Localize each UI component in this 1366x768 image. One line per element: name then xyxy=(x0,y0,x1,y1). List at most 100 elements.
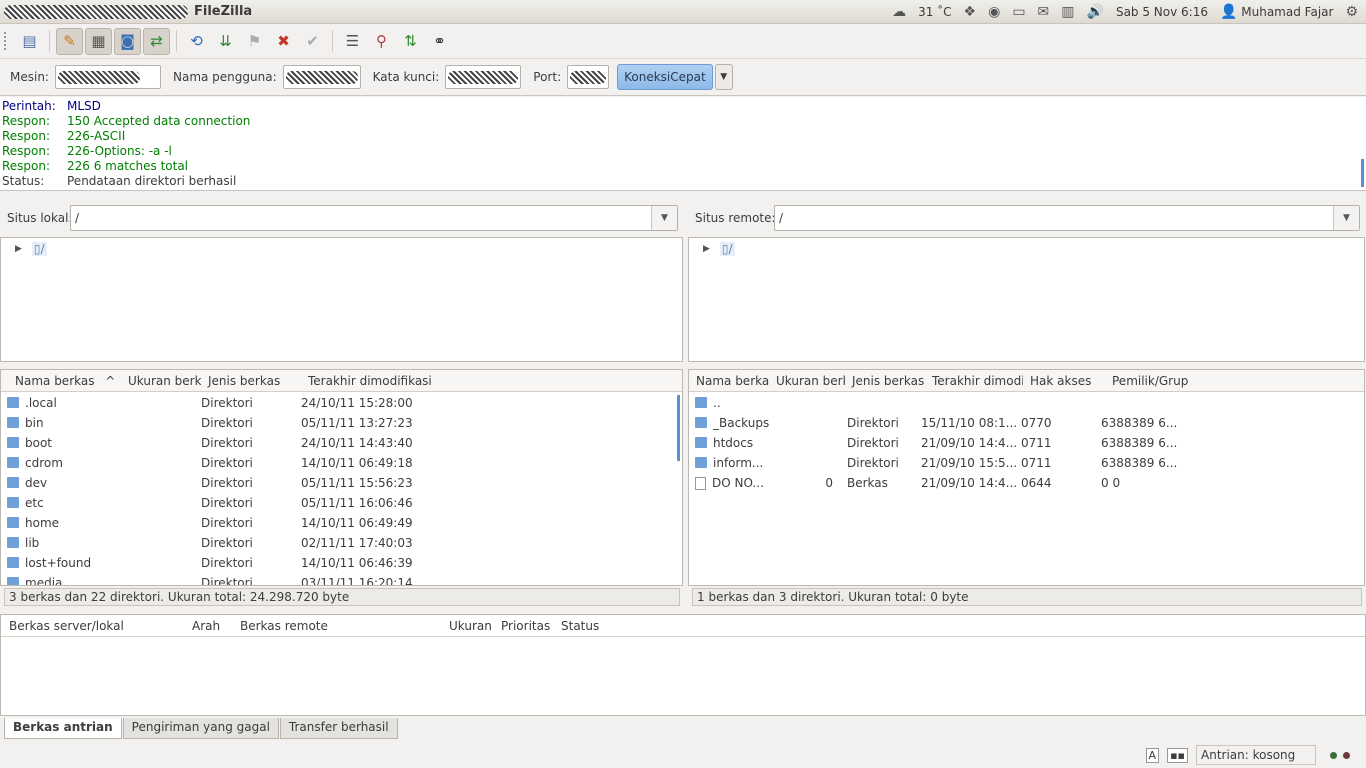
chevron-down-icon[interactable]: ▼ xyxy=(1333,206,1359,230)
local-tree[interactable]: ▶ ▯/ xyxy=(0,237,683,362)
table-row[interactable]: etc Direktori 05/11/11 16:06:46 xyxy=(1,493,677,513)
table-row[interactable]: home Direktori 14/10/11 06:49:49 xyxy=(1,513,677,533)
quickconnect-dropdown[interactable]: ▼ xyxy=(714,64,733,90)
file-name: htdocs xyxy=(713,436,754,450)
remote-path-combo[interactable]: / ▼ xyxy=(774,205,1360,231)
remote-tree[interactable]: ▶ ▯/ xyxy=(688,237,1365,362)
expand-arrow-icon[interactable]: ▶ xyxy=(15,244,22,254)
disconnect-icon[interactable]: ✖ xyxy=(270,28,297,55)
mail-icon[interactable]: ✉ xyxy=(1038,4,1050,20)
file-name: boot xyxy=(25,436,53,450)
col-permissions[interactable]: Hak akses xyxy=(1023,374,1105,388)
redacted-value xyxy=(448,71,519,84)
local-file-list[interactable]: Nama berkas ^ Ukuran berkas Jenis berkas… xyxy=(0,369,683,586)
table-row[interactable]: dev Direktori 05/11/11 15:56:23 xyxy=(1,473,677,493)
quickconnect-button[interactable]: KoneksiCepat xyxy=(617,64,713,90)
toggle-log-icon[interactable]: ✎ xyxy=(56,27,83,55)
clock[interactable]: Sab 5 Nov 6:16 xyxy=(1116,5,1208,19)
toggle-queue-icon[interactable]: ⇄ xyxy=(143,27,170,55)
process-queue-icon[interactable]: ⇊ xyxy=(212,28,239,55)
redacted-value xyxy=(285,71,358,84)
reconnect-icon[interactable]: ✔ xyxy=(299,28,326,55)
remote-file-list[interactable]: Nama berkas Ukuran berkas Jenis berkas T… xyxy=(688,369,1365,586)
table-row[interactable]: .local Direktori 24/10/11 15:28:00 xyxy=(1,393,677,413)
table-row[interactable]: cdrom Direktori 14/10/11 06:49:18 xyxy=(1,453,677,473)
expand-arrow-icon[interactable]: ▶ xyxy=(703,244,710,254)
table-row[interactable]: lib Direktori 02/11/11 17:40:03 xyxy=(1,533,677,553)
transfer-type-icon[interactable]: A xyxy=(1145,747,1160,763)
col-modified[interactable]: Terakhir dimodifikasi xyxy=(301,374,461,388)
local-site-bar: Situs lokal: / ▼ xyxy=(0,198,684,238)
col-name[interactable]: Nama berkas xyxy=(689,374,769,388)
volume-icon[interactable]: 🔊 xyxy=(1087,4,1104,20)
stop-icon[interactable]: ⚑ xyxy=(241,28,268,55)
username-input[interactable] xyxy=(282,65,361,89)
col-type[interactable]: Jenis berkas xyxy=(845,374,925,388)
queue-status: Antrian: kosong xyxy=(1196,745,1316,765)
col-modified[interactable]: Terakhir dimodifi xyxy=(925,374,1023,388)
speed-limit-icon[interactable]: ▪▪ xyxy=(1167,747,1188,763)
search-icon[interactable]: ⚭ xyxy=(426,28,453,55)
col-remote-file[interactable]: Berkas remote xyxy=(232,619,441,633)
toolbar-grip[interactable] xyxy=(4,32,10,50)
toggle-tree-icon[interactable]: ▦ xyxy=(85,27,112,55)
dropbox-icon[interactable]: ❖ xyxy=(964,4,977,20)
tab-queued[interactable]: Berkas antrian xyxy=(4,718,122,739)
table-row[interactable]: media Direktori 03/11/11 16:20:14 xyxy=(1,573,677,586)
table-row[interactable]: htdocs Direktori 21/09/10 14:4... 0711 63883… xyxy=(689,433,1359,453)
chevron-down-icon[interactable]: ▼ xyxy=(651,206,677,230)
host-input[interactable] xyxy=(54,65,161,89)
tab-successful[interactable]: Transfer berhasil xyxy=(279,718,398,739)
wifi-icon[interactable]: ◉ xyxy=(988,4,1000,20)
compare-icon[interactable]: ⚲ xyxy=(368,28,395,55)
log-key: Perintah: xyxy=(2,99,56,113)
table-row[interactable]: inform... Direktori 21/09/10 15:5... 0711 63… xyxy=(689,453,1359,473)
col-priority[interactable]: Prioritas xyxy=(493,619,553,633)
password-input[interactable] xyxy=(445,65,522,89)
gear-icon[interactable]: ⚙ xyxy=(1345,4,1358,20)
tree-node-root[interactable]: ▶ ▯/ xyxy=(15,242,47,256)
refresh-icon[interactable]: ⟲ xyxy=(183,28,210,55)
col-status[interactable]: Status xyxy=(553,619,633,633)
col-direction[interactable]: Arah xyxy=(184,619,232,633)
activity-indicator xyxy=(1324,748,1350,762)
col-size[interactable]: Ukuran xyxy=(441,619,493,633)
sync-browse-icon[interactable]: ⇅ xyxy=(397,28,424,55)
col-name[interactable]: Nama berkas ^ xyxy=(1,374,121,388)
table-row[interactable]: .. xyxy=(689,393,1359,413)
table-row[interactable]: boot Direktori 24/10/11 14:43:40 xyxy=(1,433,677,453)
local-list-scrollbar[interactable] xyxy=(677,395,680,461)
weather-temp[interactable]: 31 ˚C xyxy=(918,5,951,19)
message-log[interactable]: Perintah: MLSD Respon: 150 Accepted data co… xyxy=(0,97,1366,191)
log-scrollbar[interactable] xyxy=(1361,159,1364,187)
file-permissions: 0770 xyxy=(1021,416,1052,430)
user-menu[interactable]: 👤 Muhamad Fajar xyxy=(1220,4,1333,20)
weather-icon[interactable]: ☁ xyxy=(892,4,906,20)
col-local-file[interactable]: Berkas server/lokal xyxy=(1,619,184,633)
local-path-combo[interactable]: / ▼ xyxy=(70,205,678,231)
col-owner[interactable]: Pemilik/Grup xyxy=(1105,374,1205,388)
col-size[interactable]: Ukuran berkas xyxy=(769,374,845,388)
table-row[interactable]: DO NO... 0 Berkas 21/09/10 14:4... 0644 0 0 xyxy=(689,473,1359,493)
file-name: DO NO... xyxy=(712,476,764,490)
signal-icon[interactable]: ▥ xyxy=(1061,4,1074,20)
file-type: Direktori xyxy=(201,556,253,570)
transfer-queue[interactable]: Berkas server/lokal Arah Berkas remote U… xyxy=(0,614,1366,716)
port-label: Port: xyxy=(533,70,562,84)
col-type[interactable]: Jenis berkas xyxy=(201,374,301,388)
filter-icon[interactable]: ☰ xyxy=(339,28,366,55)
file-modified: 03/11/11 16:20:14 xyxy=(301,576,413,586)
username-label: Nama pengguna: xyxy=(172,70,277,84)
table-row[interactable]: bin Direktori 05/11/11 13:27:23 xyxy=(1,413,677,433)
file-permissions: 0711 xyxy=(1021,456,1052,470)
port-input[interactable] xyxy=(567,65,610,89)
toggle-remote-tree-icon[interactable]: ◙ xyxy=(114,27,141,55)
col-size[interactable]: Ukuran berkas xyxy=(121,374,201,388)
table-row[interactable]: lost+found Direktori 14/10/11 06:46:39 xyxy=(1,553,677,573)
tree-node-root[interactable]: ▶ ▯/ xyxy=(703,242,735,256)
site-manager-icon[interactable]: ▤ xyxy=(16,28,43,55)
tab-failed[interactable]: Pengiriman yang gagal xyxy=(122,718,279,739)
folder-icon xyxy=(695,417,707,428)
battery-icon[interactable]: ▭ xyxy=(1012,4,1025,20)
table-row[interactable]: _Backups Direktori 15/11/10 08:1... 0770 638… xyxy=(689,413,1359,433)
